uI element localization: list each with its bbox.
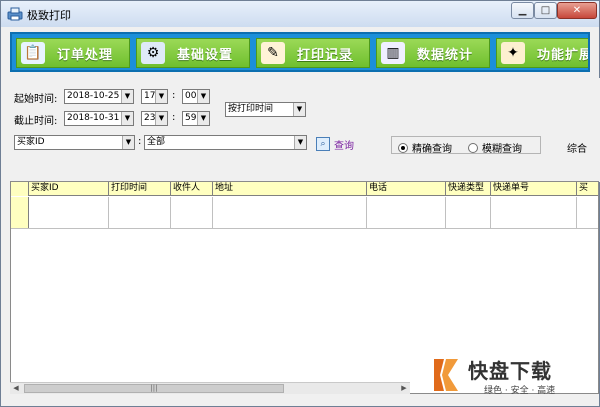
toolbar-data-statistics[interactable]: ▥ 数据统计 [376,38,490,68]
print-record-icon: ✎ [261,42,285,64]
close-button[interactable]: ✕ [557,2,597,19]
search-icon: ⌕ [316,137,330,151]
window-title: 极致打印 [27,9,71,22]
start-time-label: 起始时间: [14,94,58,105]
app-icon [7,7,23,21]
chevron-down-icon: ▼ [293,103,305,116]
scroll-right-icon[interactable]: ▶ [398,383,410,394]
query-button[interactable]: ⌕ 查询 [316,136,354,152]
table-row[interactable] [11,197,598,229]
time-mode-value: 按打印时间 [228,104,274,114]
chevron-down-icon: ▼ [197,112,209,125]
end-minute-value: 59 [185,113,197,123]
toolbar-label: 打印记录 [297,47,354,63]
watermark-logo-icon [434,359,458,391]
column-header[interactable]: 买家ID [29,182,109,196]
column-header[interactable]: 打印时间 [109,182,171,196]
maximize-button[interactable]: □ [534,2,557,19]
close-icon: ✕ [572,5,582,16]
table-cell[interactable] [171,197,213,229]
end-time-label: 截止时间: [14,116,58,127]
radio-checked-icon [398,142,408,153]
end-hour-value: 23 [144,113,156,123]
chevron-down-icon: ▼ [155,90,167,103]
table-cell[interactable] [29,197,109,229]
table-header: 买家ID 打印时间 收件人 地址 电话 快递类型 快递单号 买 [11,182,598,196]
search-value-text: 全部 [147,137,166,147]
start-minute-value: 00 [185,91,197,101]
toolbar-print-records[interactable]: ✎ 打印记录 [256,38,370,68]
watermark: 快盘下载 绿色 · 安全 · 高速 [424,351,600,403]
end-minute-select[interactable]: 59 ▼ [182,111,210,126]
toolbar-label: 基础设置 [177,47,234,63]
table-cell[interactable] [367,197,446,229]
exact-query-radio[interactable]: 精确查询 [398,140,452,155]
column-header[interactable]: 电话 [367,182,446,196]
exact-query-label: 精确查询 [412,144,452,155]
radio-unchecked-icon [468,142,478,153]
toolbar-basic-settings[interactable]: ⚙ 基础设置 [136,38,250,68]
chevron-down-icon: ▼ [122,136,134,149]
chevron-down-icon: ▼ [121,112,133,125]
grip-icon: ||| [150,384,158,392]
start-hour-select[interactable]: 17 ▼ [141,89,168,104]
settings-gear-icon: ⚙ [141,42,165,64]
maximize-icon: □ [540,5,551,16]
bar-chart-icon: ▥ [381,42,405,64]
toolbar-label: 订单处理 [57,47,114,63]
scroll-thumb[interactable]: ||| [24,384,284,393]
fuzzy-query-radio[interactable]: 模糊查询 [468,140,522,155]
watermark-brand: 快盘下载 [468,359,552,383]
main-toolbar: 📋 订单处理 ⚙ 基础设置 ✎ 打印记录 ▥ 数据统计 ✦ 功能扩展 [10,32,590,72]
search-field-value: 买家ID [17,137,45,147]
start-date-picker[interactable]: 2018-10-25 ▼ [64,89,134,104]
app-window: 极致打印 ▁ □ ✕ 📋 订单处理 ⚙ 基础设置 ✎ 打印记录 ▥ 数据统计 ✦… [0,0,600,407]
chevron-down-icon: ▼ [121,90,133,103]
title-bar: 极致打印 ▁ □ ✕ [1,1,599,27]
search-value-select[interactable]: 全部 ▼ [144,135,307,150]
horizontal-scrollbar[interactable]: ◀ ||| ▶ [10,382,410,394]
table-cell[interactable] [491,197,577,229]
chevron-down-icon: ▼ [294,136,306,149]
minimize-button[interactable]: ▁ [511,2,534,19]
end-date-value: 2018-10-31 [67,113,120,123]
query-label: 查询 [334,140,354,152]
table-cell[interactable] [213,197,367,229]
end-hour-select[interactable]: 23 ▼ [141,111,168,126]
toolbar-order-processing[interactable]: 📋 订单处理 [16,38,130,68]
time-mode-select[interactable]: 按打印时间 ▼ [225,102,306,117]
start-minute-select[interactable]: 00 ▼ [182,89,210,104]
table-cell[interactable] [109,197,171,229]
scroll-left-icon[interactable]: ◀ [10,383,22,394]
watermark-tagline: 绿色 · 安全 · 高速 [484,386,556,396]
column-header[interactable]: 收件人 [171,182,213,196]
minimize-icon: ▁ [518,5,527,16]
chevron-down-icon: ▼ [155,112,167,125]
start-hour-value: 17 [144,91,156,101]
toolbar-extensions[interactable]: ✦ 功能扩展 [496,38,590,68]
time-colon: : [172,90,176,101]
column-header[interactable]: 地址 [213,182,367,196]
table-cell[interactable] [446,197,491,229]
start-date-value: 2018-10-25 [67,91,120,101]
combined-label: 综合 [567,144,587,155]
search-field-select[interactable]: 买家ID ▼ [14,135,135,150]
column-header[interactable]: 快递单号 [491,182,577,196]
chevron-down-icon: ▼ [197,90,209,103]
filter-panel: 起始时间: 2018-10-25 ▼ 17 ▼ : 00 ▼ 截止时间: 2018-1… [10,78,600,182]
toolbar-label: 功能扩展 [537,47,590,63]
table-corner [11,182,29,196]
extension-icon: ✦ [501,42,525,64]
end-date-picker[interactable]: 2018-10-31 ▼ [64,111,134,126]
query-mode-group: 精确查询 模糊查询 [391,136,541,155]
time-colon: : [172,112,176,123]
toolbar-label: 数据统计 [417,47,474,63]
fuzzy-query-label: 模糊查询 [482,144,522,155]
column-header[interactable]: 快递类型 [446,182,491,196]
column-header[interactable]: 买 [577,182,598,196]
order-icon: 📋 [21,42,45,64]
field-colon: : [138,136,142,147]
